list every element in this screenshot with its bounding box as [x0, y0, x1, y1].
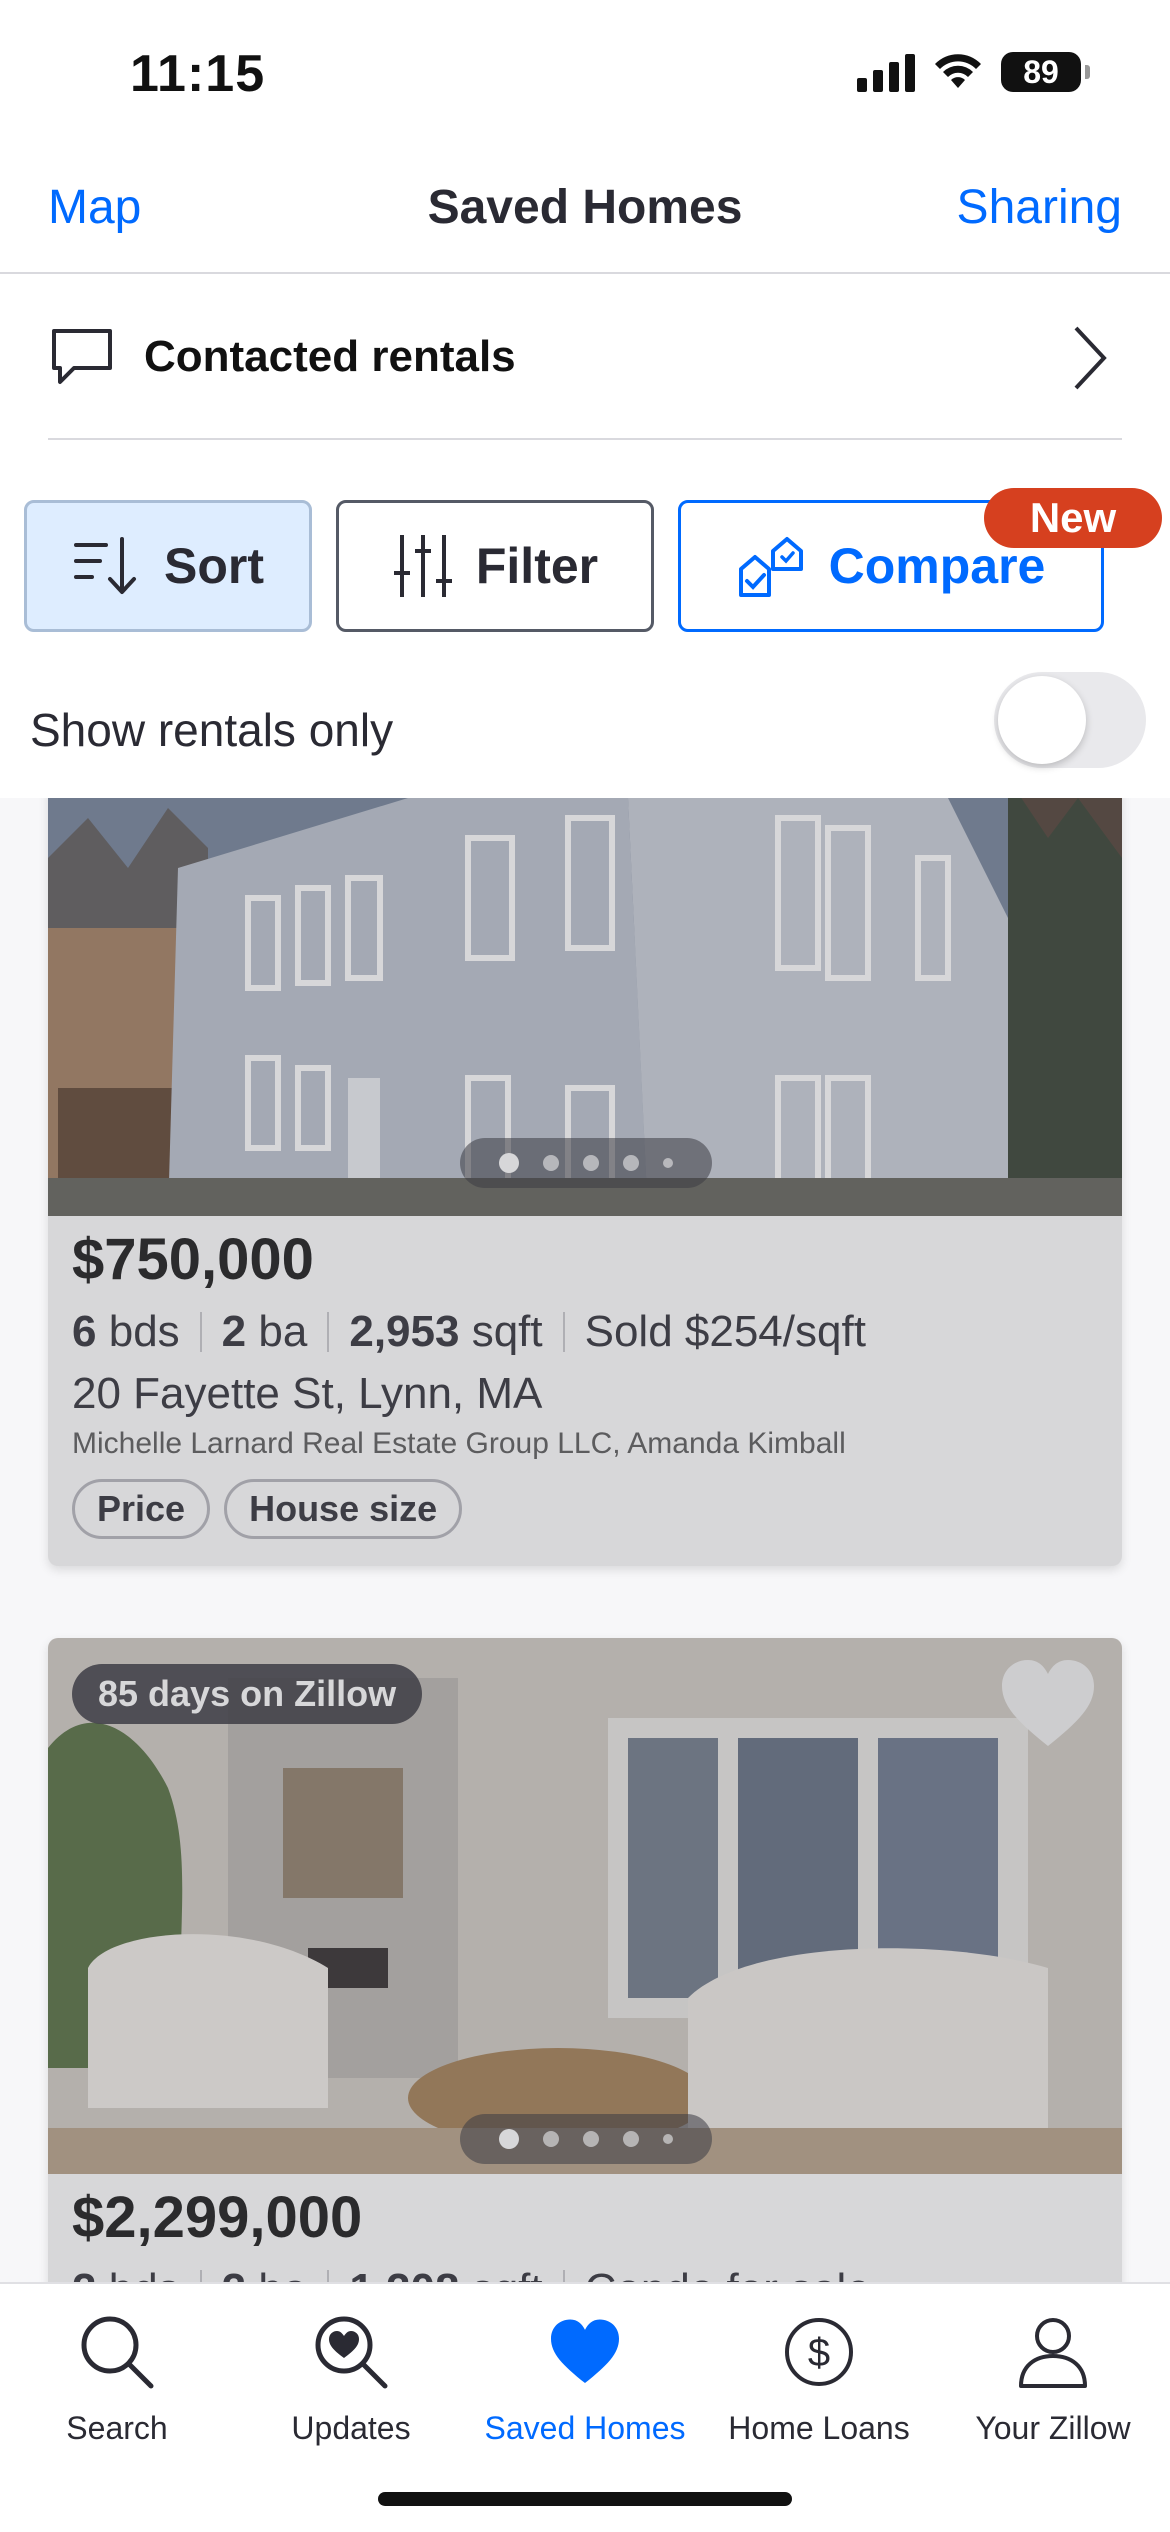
updates-icon	[315, 2316, 388, 2389]
days-on-zillow-badge: 85 days on Zillow	[72, 1664, 423, 1724]
favorite-heart-icon[interactable]	[998, 1658, 1098, 1750]
search-icon	[81, 2316, 154, 2389]
wifi-icon	[935, 54, 981, 88]
listing-facts: 6 bds 2 ba 2,953 sqft Sold $254/sqft	[72, 1307, 1098, 1357]
photo-carousel-dots	[460, 2114, 712, 2164]
sqft-count: 1,208	[349, 2265, 459, 2282]
photo-carousel-dots	[460, 1138, 712, 1188]
rentals-only-toggle[interactable]	[994, 672, 1146, 768]
rentals-only-label: Show rentals only	[30, 704, 394, 756]
chevron-right-icon	[1074, 326, 1107, 390]
sort-button[interactable]: Sort	[24, 500, 312, 632]
saved-homes-screen: 11:15 89 Saved Homes Map Sharing Contact…	[0, 0, 1170, 2532]
map-link[interactable]: Map	[48, 180, 141, 235]
listing-tags: Price House size	[72, 1479, 1098, 1539]
home-indicator[interactable]	[378, 2492, 792, 2506]
baths-count: 2	[221, 1307, 247, 1356]
listing-info: $750,000 6 bds 2 ba 2,953 sqft Sold $254…	[48, 1216, 1122, 1566]
listing-card[interactable]: $750,000 6 bds 2 ba 2,953 sqft Sold $254…	[48, 798, 1122, 1566]
nav-bar: Saved Homes Map Sharing	[0, 140, 1170, 274]
baths-count: 2	[222, 2265, 246, 2282]
listing-price: $2,299,000	[72, 2185, 363, 2250]
tab-label: Saved Homes	[484, 2410, 686, 2446]
sqft-unit: sqft	[472, 2265, 543, 2282]
listing-broker: Michelle Larnard Real Estate Group LLC, …	[72, 1427, 846, 1460]
filter-button[interactable]: Filter	[336, 500, 654, 632]
beds-count: 6	[72, 1307, 97, 1356]
listing-photo[interactable]	[48, 798, 1122, 1216]
chat-bubble-icon	[52, 329, 112, 384]
sqft-count: 2,953	[349, 1307, 460, 1356]
rentals-only-row: Show rentals only	[0, 660, 1170, 800]
listing-address: 20 Fayette St, Lynn, MA	[72, 1369, 543, 1418]
sharing-link[interactable]: Sharing	[957, 180, 1122, 235]
person-icon	[1019, 2318, 1087, 2388]
tag-house-size[interactable]: House size	[224, 1479, 463, 1539]
beds-unit: bds	[109, 2265, 180, 2282]
saved-homes-list[interactable]: $750,000 6 bds 2 ba 2,953 sqft Sold $254…	[0, 798, 1170, 2282]
sort-icon	[74, 537, 136, 594]
tab-label: Search	[66, 2410, 168, 2446]
listing-info: $2,299,000 2 bds 2 ba 1,208 sqft Condo f…	[48, 2174, 1122, 2282]
listing-facts: 2 bds 2 ba 1,208 sqft Condo for sale	[72, 2265, 1098, 2282]
contacted-rentals-label: Contacted rentals	[144, 332, 516, 381]
sqft-unit: sqft	[471, 1307, 543, 1356]
listing-status: Sold $254/sqft	[584, 1307, 866, 1356]
action-buttons: Sort Filter Compare New	[24, 488, 1162, 632]
dollar-icon: $	[785, 2318, 853, 2386]
svg-text:$: $	[808, 2331, 830, 2375]
compare-homes-icon	[738, 537, 803, 597]
filter-sliders-icon	[393, 535, 452, 597]
heart-icon	[551, 2319, 619, 2384]
tab-updates[interactable]: Updates	[234, 2304, 468, 2447]
tab-label: Updates	[291, 2410, 411, 2446]
tab-saved-homes[interactable]: Saved Homes	[468, 2304, 702, 2447]
status-bar: 11:15 89	[0, 0, 1170, 140]
new-badge: New	[984, 488, 1162, 548]
sort-label: Sort	[164, 538, 264, 594]
tag-price[interactable]: Price	[72, 1479, 211, 1539]
tab-your-zillow[interactable]: Your Zillow	[936, 2304, 1170, 2447]
beds-unit: bds	[108, 1307, 180, 1356]
baths-unit: ba	[258, 1307, 308, 1356]
beds-count: 2	[72, 2265, 96, 2282]
tab-home-loans[interactable]: $ Home Loans	[702, 2304, 936, 2447]
tab-label: Home Loans	[728, 2410, 910, 2446]
status-icons: 89	[857, 52, 1090, 92]
listing-card[interactable]: 85 days on Zillow $2,299,000 2 bds 2 ba …	[48, 1638, 1122, 2282]
status-time: 11:15	[130, 45, 266, 103]
tab-label: Your Zillow	[975, 2410, 1131, 2446]
baths-unit: ba	[258, 2265, 307, 2282]
listing-price: $750,000	[72, 1227, 314, 1292]
listing-photo[interactable]: 85 days on Zillow	[48, 1638, 1122, 2174]
tab-search[interactable]: Search	[0, 2304, 234, 2447]
cellular-signal-icon	[857, 52, 915, 92]
filter-label: Filter	[475, 538, 599, 594]
listing-status: Condo for sale	[585, 2265, 871, 2282]
contacted-rentals-row[interactable]: Contacted rentals	[48, 276, 1122, 440]
battery-icon: 89	[1001, 52, 1090, 92]
